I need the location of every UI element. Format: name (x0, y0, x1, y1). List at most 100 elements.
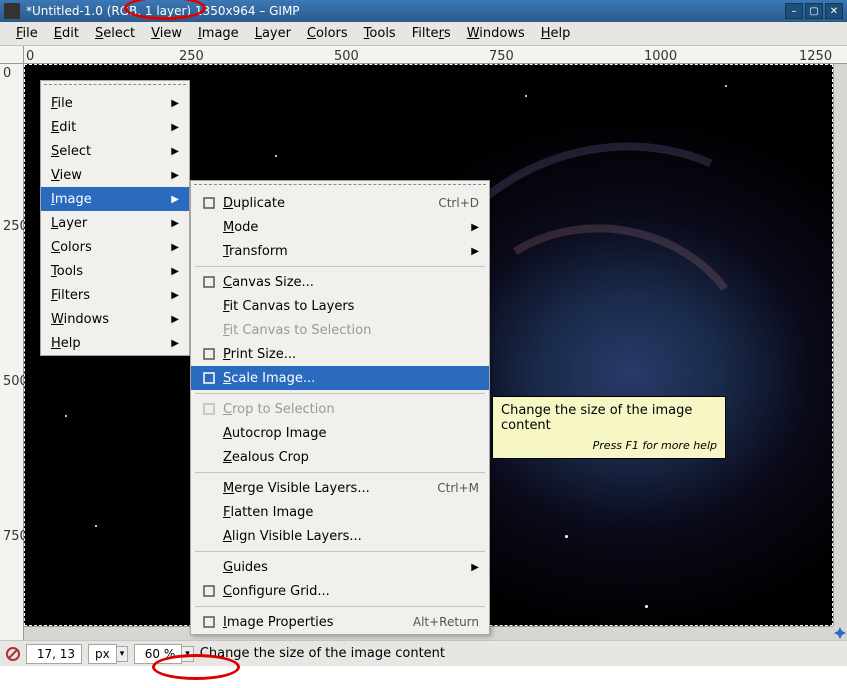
ctx-item-mode[interactable]: Mode▶ (191, 215, 489, 239)
ctx-item-configure-grid[interactable]: Configure Grid... (191, 579, 489, 603)
ctx-item-select[interactable]: Select▶ (41, 139, 189, 163)
ctx-item-label: Mode (223, 220, 471, 235)
unit-selector[interactable]: px ▾ (88, 644, 128, 664)
accelerator: Ctrl+D (438, 196, 479, 210)
chevron-right-icon: ▶ (171, 242, 179, 253)
chevron-right-icon: ▶ (171, 338, 179, 349)
menu-windows[interactable]: Windows (459, 24, 533, 43)
ctx-item-merge-visible-layers[interactable]: Merge Visible Layers...Ctrl+M (191, 476, 489, 500)
chevron-right-icon: ▶ (171, 194, 179, 205)
chevron-right-icon: ▶ (171, 266, 179, 277)
ctx-item-help[interactable]: Help▶ (41, 331, 189, 355)
ctx-item-align-visible-layers[interactable]: Align Visible Layers... (191, 524, 489, 548)
ctx-item-print-size[interactable]: Print Size... (191, 342, 489, 366)
chevron-down-icon[interactable]: ▾ (182, 646, 194, 662)
ctx-item-layer[interactable]: Layer▶ (41, 211, 189, 235)
context-menu-image: DuplicateCtrl+DMode▶Transform▶Canvas Siz… (190, 180, 490, 635)
navigation-corner-icon[interactable] (833, 626, 847, 640)
properties-icon (201, 615, 217, 629)
chevron-right-icon: ▶ (171, 146, 179, 157)
ctx-item-autocrop-image[interactable]: Autocrop Image (191, 421, 489, 445)
menu-help[interactable]: Help (533, 24, 579, 43)
tearoff-handle[interactable] (44, 84, 186, 88)
ctx-item-fit-canvas-to-layers[interactable]: Fit Canvas to Layers (191, 294, 489, 318)
minimize-button[interactable]: – (785, 3, 803, 19)
chevron-right-icon: ▶ (171, 218, 179, 229)
ctx-item-label: Transform (223, 244, 471, 259)
close-button[interactable]: ✕ (825, 3, 843, 19)
ctx-item-view[interactable]: View▶ (41, 163, 189, 187)
ctx-item-crop-to-selection: Crop to Selection (191, 397, 489, 421)
ctx-item-image-properties[interactable]: Image PropertiesAlt+Return (191, 610, 489, 634)
ctx-item-edit[interactable]: Edit▶ (41, 115, 189, 139)
ctx-item-flatten-image[interactable]: Flatten Image (191, 500, 489, 524)
ctx-item-label: Help (51, 336, 171, 351)
ctx-item-canvas-size[interactable]: Canvas Size... (191, 270, 489, 294)
ctx-item-guides[interactable]: Guides▶ (191, 555, 489, 579)
chevron-down-icon[interactable]: ▾ (117, 646, 129, 662)
separator (195, 393, 485, 394)
ctx-item-label: Layer (51, 216, 171, 231)
tooltip-subtitle: Press F1 for more help (501, 439, 717, 452)
ctx-item-colors[interactable]: Colors▶ (41, 235, 189, 259)
menu-file[interactable]: File (8, 24, 46, 43)
ctx-item-windows[interactable]: Windows▶ (41, 307, 189, 331)
unit-value: px (88, 644, 117, 664)
chevron-right-icon: ▶ (471, 246, 479, 257)
tooltip-title: Change the size of the image content (501, 403, 717, 433)
ctx-item-label: Flatten Image (223, 505, 479, 520)
chevron-right-icon: ▶ (171, 170, 179, 181)
menu-view[interactable]: View (143, 24, 190, 43)
tearoff-handle[interactable] (194, 184, 486, 188)
ctx-item-label: Image (51, 192, 171, 207)
cancel-state-icon (6, 647, 20, 661)
menu-colors[interactable]: Colors (299, 24, 356, 43)
status-message: Change the size of the image content (200, 646, 445, 661)
zoom-value: 60 % (134, 644, 182, 664)
menu-image[interactable]: Image (190, 24, 247, 43)
ctx-item-filters[interactable]: Filters▶ (41, 283, 189, 307)
pointer-coords: 17, 13 (26, 644, 82, 664)
ruler-horizontal[interactable]: 0 250 500 750 1000 1250 (24, 46, 847, 64)
chevron-right-icon: ▶ (171, 314, 179, 325)
chevron-right-icon: ▶ (471, 562, 479, 573)
ctx-item-scale-image[interactable]: Scale Image... (191, 366, 489, 390)
ruler-h-tick: 750 (489, 49, 514, 64)
ctx-item-file[interactable]: File▶ (41, 91, 189, 115)
ctx-item-label: Image Properties (223, 615, 413, 630)
chevron-right-icon: ▶ (171, 290, 179, 301)
menu-tools[interactable]: Tools (356, 24, 404, 43)
ctx-item-label: Autocrop Image (223, 426, 479, 441)
ctx-item-label: Zealous Crop (223, 450, 479, 465)
scrollbar-vertical[interactable] (833, 64, 847, 626)
ruler-vertical[interactable]: 0 250 500 750 (0, 64, 24, 640)
ruler-h-tick: 0 (26, 49, 34, 64)
chevron-right-icon: ▶ (171, 98, 179, 109)
ctx-item-duplicate[interactable]: DuplicateCtrl+D (191, 191, 489, 215)
maximize-button[interactable]: ▢ (805, 3, 823, 19)
ctx-item-image[interactable]: Image▶ (41, 187, 189, 211)
ctx-item-label: Fit Canvas to Layers (223, 299, 479, 314)
print-size-icon (201, 347, 217, 361)
chevron-right-icon: ▶ (471, 222, 479, 233)
window-title: *Untitled-1.0 (RGB, 1 layer) 1350x964 – … (26, 4, 783, 18)
ctx-item-tools[interactable]: Tools▶ (41, 259, 189, 283)
zoom-selector[interactable]: 60 % ▾ (134, 644, 194, 664)
menu-filters[interactable]: Filters (404, 24, 459, 43)
app-icon (4, 3, 20, 19)
ctx-item-transform[interactable]: Transform▶ (191, 239, 489, 263)
ctx-item-label: Print Size... (223, 347, 479, 362)
ruler-h-tick: 500 (334, 49, 359, 64)
window-titlebar: *Untitled-1.0 (RGB, 1 layer) 1350x964 – … (0, 0, 847, 22)
ctx-item-label: Configure Grid... (223, 584, 479, 599)
ctx-item-label: Guides (223, 560, 471, 575)
menu-layer[interactable]: Layer (247, 24, 299, 43)
ctx-item-zealous-crop[interactable]: Zealous Crop (191, 445, 489, 469)
scale-icon (201, 371, 217, 385)
duplicate-icon (201, 196, 217, 210)
menu-edit[interactable]: Edit (46, 24, 87, 43)
separator (195, 606, 485, 607)
accelerator: Ctrl+M (437, 481, 479, 495)
menu-select[interactable]: Select (87, 24, 143, 43)
ctx-item-label: Select (51, 144, 171, 159)
